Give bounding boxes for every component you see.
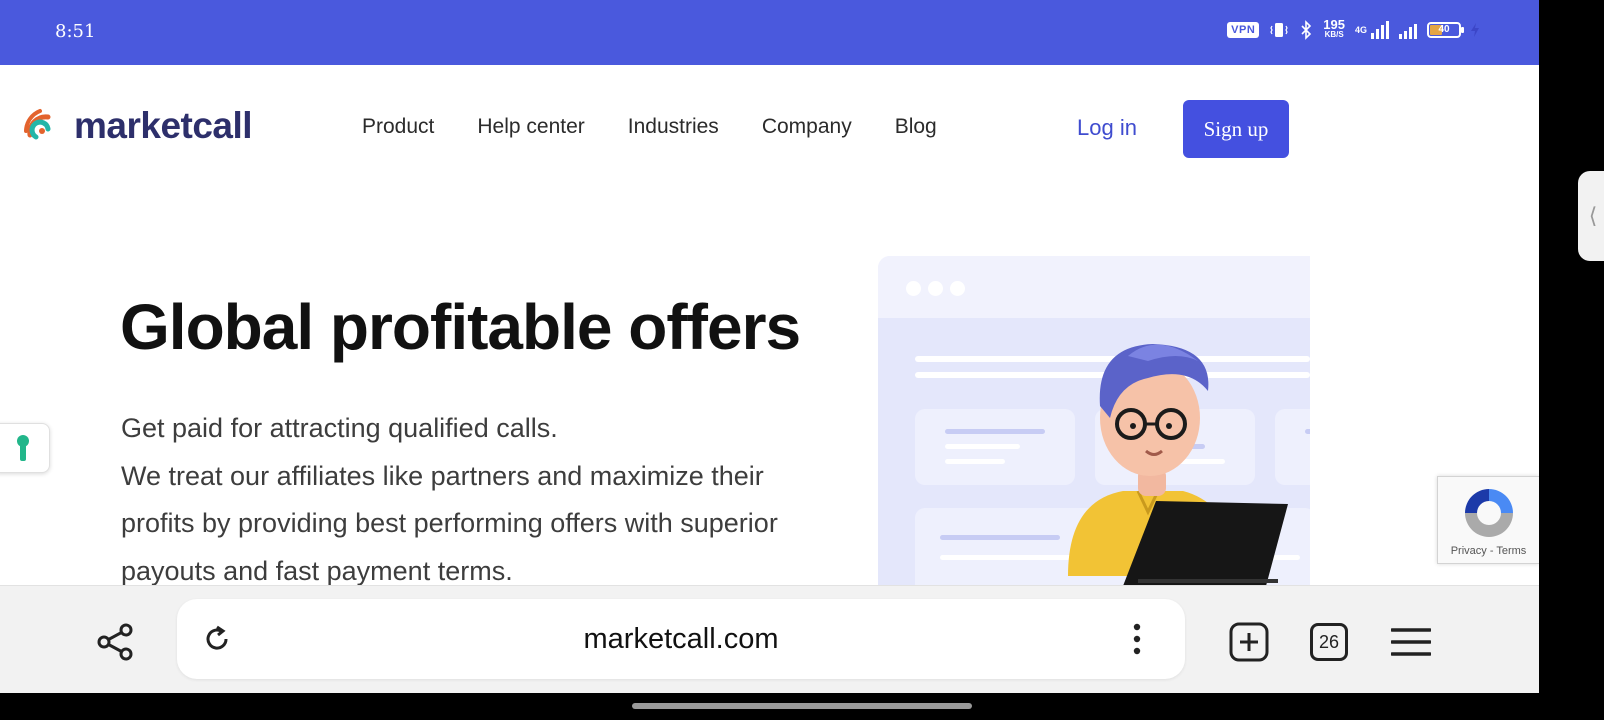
signal-icon (1371, 21, 1389, 39)
login-link[interactable]: Log in (1077, 115, 1137, 141)
key-icon (17, 435, 29, 461)
tabs-button[interactable]: 26 (1306, 619, 1352, 665)
battery-icon: 40 (1427, 22, 1464, 38)
recaptcha-icon (1465, 489, 1513, 537)
network-type: 4G (1354, 25, 1367, 35)
url-text[interactable]: marketcall.com (177, 599, 1185, 679)
hero-line-1: Get paid for attracting qualified calls. (121, 413, 558, 443)
hero-illustration (878, 256, 1310, 585)
recaptcha-links: Privacy - Terms (1438, 545, 1539, 557)
new-tab-icon (1229, 622, 1269, 662)
menu-icon (1391, 628, 1431, 656)
vibrate-icon (1270, 23, 1288, 37)
share-button[interactable] (92, 619, 138, 665)
marketcall-logo-icon (24, 109, 51, 140)
nav-product[interactable]: Product (362, 115, 434, 139)
web-page: marketcall Product Help center Industrie… (0, 65, 1539, 585)
main-nav: Product Help center Industries Company B… (362, 115, 937, 139)
browser-menu-button[interactable] (1388, 619, 1434, 665)
share-icon (97, 623, 133, 661)
bluetooth-icon (1301, 20, 1312, 40)
recaptcha-badge[interactable]: Privacy - Terms (1437, 476, 1539, 564)
hero-description: Get paid for attracting qualified calls.… (121, 405, 841, 585)
more-vertical-icon (1133, 623, 1141, 655)
window-dots-icon (906, 281, 965, 296)
nav-company[interactable]: Company (762, 115, 852, 139)
status-bar: 8:51 VPN 195 KB/S 4G 40 (0, 0, 1539, 65)
new-tab-button[interactable] (1226, 619, 1272, 665)
nav-industries[interactable]: Industries (628, 115, 719, 139)
signal-icon-2 (1399, 21, 1417, 39)
status-icons: VPN 195 KB/S 4G 40 (1227, 17, 1479, 40)
browser-toolbar: marketcall.com 26 (0, 585, 1539, 693)
hero-title: Global profitable offers (120, 291, 801, 363)
nav-blog[interactable]: Blog (895, 115, 937, 139)
tabs-icon: 26 (1310, 623, 1348, 661)
logo-text: marketcall (74, 105, 253, 146)
chevron-left-icon: ⟨ (1588, 203, 1598, 228)
mock-window-titlebar (878, 256, 1310, 318)
vpn-badge: VPN (1227, 22, 1260, 38)
site-logo[interactable]: marketcall (22, 105, 253, 147)
recaptcha-privacy-link[interactable]: Privacy (1451, 545, 1487, 557)
charging-icon (1471, 23, 1479, 37)
address-bar[interactable]: marketcall.com (177, 599, 1185, 679)
status-time: 8:51 (55, 21, 96, 42)
network-speed: 195 KB/S (1323, 17, 1345, 39)
recaptcha-terms-link[interactable]: Terms (1496, 545, 1526, 557)
signup-button[interactable]: Sign up (1183, 100, 1289, 158)
recaptcha-separator: - (1489, 545, 1494, 557)
hero-line-2: We treat our affiliates like partners an… (121, 460, 778, 586)
person-with-laptop-icon (1068, 344, 1288, 585)
nav-help-center[interactable]: Help center (477, 115, 584, 139)
page-menu-button[interactable] (1122, 619, 1152, 659)
gesture-home-bar[interactable] (632, 703, 972, 709)
side-panel-handle[interactable]: ⟨ (1578, 171, 1604, 261)
password-manager-tab[interactable] (0, 423, 50, 473)
